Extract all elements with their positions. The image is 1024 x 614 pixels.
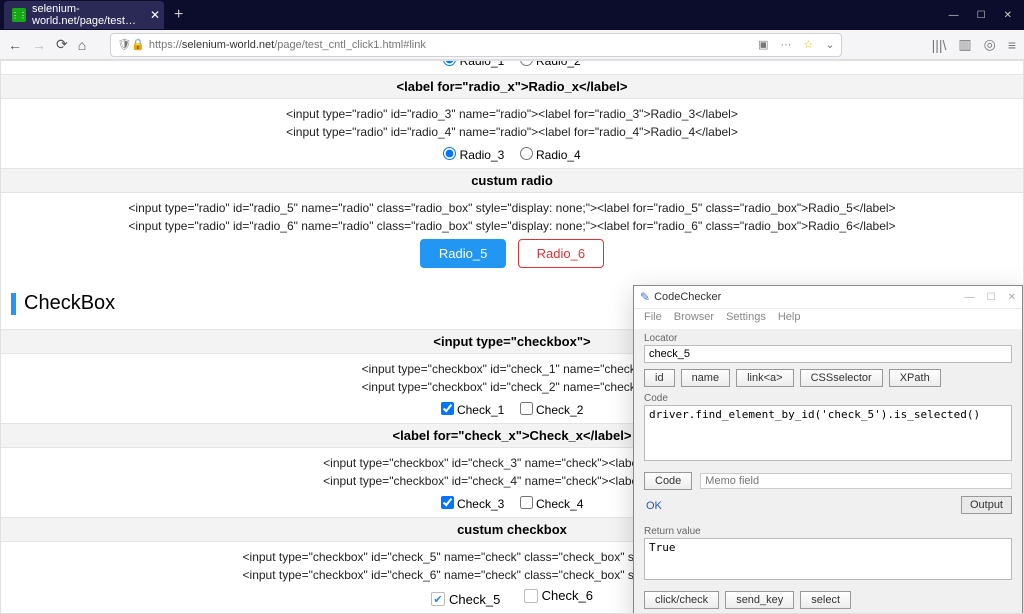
radio-2[interactable]: Radio_2 [520,60,581,68]
codechecker-menubar: File Browser Settings Help [634,309,1022,329]
cc-close-icon[interactable]: ✕ [1008,292,1016,303]
ok-label: OK [644,496,664,516]
radio-3[interactable]: Radio_3 [443,148,504,162]
back-button[interactable]: ← [8,37,22,53]
check-6-custom[interactable]: Check_6 [524,588,593,603]
code-button[interactable]: Code [644,472,692,490]
page-content: Radio_1 Radio_2 <label for="radio_x">Rad… [0,60,1024,614]
url-text: https://selenium-world.net/page/test_cnt… [149,39,758,51]
window-maximize-icon[interactable]: ☐ [977,10,986,21]
check-icon [524,589,538,603]
lock-icon[interactable]: 🔒 [131,38,145,51]
section-head-radio-x: <label for="radio_x">Radio_x</label> [1,74,1023,99]
code-line: <input type="radio" id="radio_6" name="r… [1,217,1023,235]
cssselector-button[interactable]: CSSselector [800,369,883,387]
memo-input[interactable] [700,473,1012,489]
browser-tab[interactable]: ⋮⋮ selenium-world.net/page/test… ✕ [4,1,164,29]
radio-5-button[interactable]: Radio_5 [420,239,506,268]
menu-icon[interactable]: ≡ [1008,37,1016,53]
code-textarea[interactable]: driver.find_element_by_id('check_5').is_… [644,405,1012,461]
new-tab-button[interactable]: + [174,6,183,24]
return-textarea[interactable]: True [644,538,1012,580]
check-3[interactable]: Check_3 [441,497,505,511]
shield-icon[interactable]: 🛡 [117,38,131,51]
forward-button: → [32,37,46,53]
library-icon[interactable]: |||\ [932,37,947,53]
section-head-custom-radio: custum radio [1,168,1023,193]
id-button[interactable]: id [644,369,675,387]
menu-help[interactable]: Help [778,311,801,323]
codechecker-titlebar[interactable]: ✎ CodeChecker — ☐ ✕ [634,286,1022,309]
link-button[interactable]: link<a> [736,369,793,387]
codechecker-window: ✎ CodeChecker — ☐ ✕ File Browser Setting… [633,285,1023,614]
home-button[interactable]: ⌂ [78,37,86,53]
code-line: <input type="radio" id="radio_3" name="r… [1,105,1023,123]
click-check-button[interactable]: click/check [644,591,719,609]
cc-maximize-icon[interactable]: ☐ [987,292,996,303]
select-button[interactable]: select [800,591,851,609]
radio-1[interactable]: Radio_1 [443,60,504,68]
tab-title: selenium-world.net/page/test… [32,3,136,27]
menu-browser[interactable]: Browser [674,311,714,323]
check-4[interactable]: Check_4 [520,497,584,511]
reload-button[interactable]: ⟳ [56,36,68,53]
window-minimize-icon[interactable]: — [949,10,959,21]
account-icon[interactable]: ◎ [984,36,996,53]
send-key-button[interactable]: send_key [725,591,794,609]
feather-icon: ✎ [640,290,650,304]
name-button[interactable]: name [681,369,731,387]
cc-minimize-icon[interactable]: — [965,292,975,303]
code-line: <input type="radio" id="radio_5" name="r… [1,199,1023,217]
titlebar: ⋮⋮ selenium-world.net/page/test… ✕ + — ☐… [0,0,1024,30]
codechecker-title: CodeChecker [654,291,721,303]
output-button[interactable]: Output [961,496,1012,514]
code-label: Code [644,393,1012,404]
url-bar[interactable]: 🛡 🔒 https://selenium-world.net/page/test… [110,33,841,57]
locator-input[interactable] [644,345,1012,363]
radio-4[interactable]: Radio_4 [520,148,581,162]
reader-icon[interactable]: ▣ [758,38,768,51]
menu-file[interactable]: File [644,311,662,323]
check-5-custom[interactable]: Check_5 [431,592,500,607]
check-2[interactable]: Check_2 [520,403,584,417]
sidebar-icon[interactable]: ▥ [958,36,971,53]
star-icon[interactable]: ☆ [803,38,813,51]
more-icon[interactable]: ··· [780,39,791,51]
check-1[interactable]: Check_1 [441,403,505,417]
radio-6-button[interactable]: Radio_6 [518,239,604,268]
pocket-icon[interactable]: ⌄ [825,38,834,51]
check-icon [431,592,445,606]
return-label: Return value [644,526,1012,537]
window-close-icon[interactable]: ✕ [1004,10,1012,21]
menu-settings[interactable]: Settings [726,311,766,323]
xpath-button[interactable]: XPath [889,369,941,387]
tab-close-icon[interactable]: ✕ [150,8,160,22]
favicon-icon: ⋮⋮ [12,8,26,22]
locator-label: Locator [644,333,1012,344]
navbar: ← → ⟳ ⌂ 🛡 🔒 https://selenium-world.net/p… [0,30,1024,60]
code-line: <input type="radio" id="radio_4" name="r… [1,123,1023,141]
